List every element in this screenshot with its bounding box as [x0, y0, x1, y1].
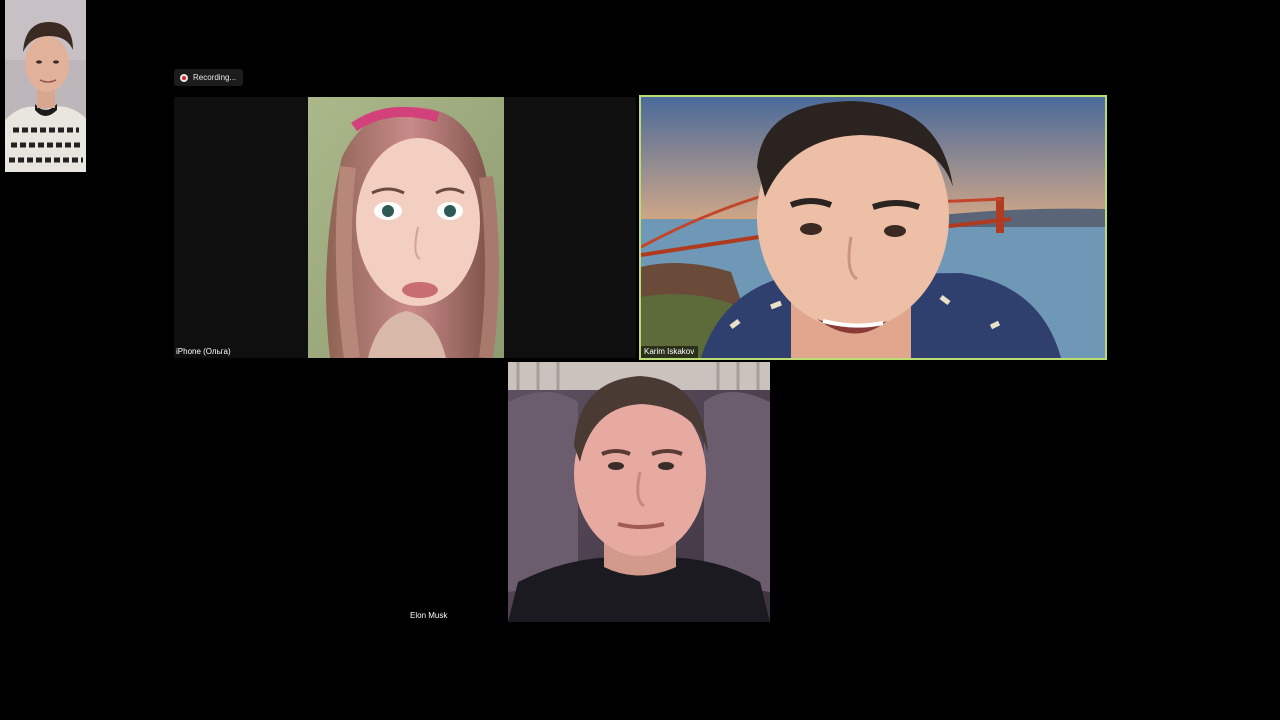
participant-name-olga: iPhone (Ольга) [176, 347, 231, 356]
participant-video-elon [508, 362, 770, 622]
recording-indicator[interactable]: Recording... [174, 69, 244, 86]
video-call-window: Recording... iPhone (Ольга) Karim Iskako… [0, 0, 1280, 720]
participant-name-elon: Elon Musk [410, 611, 448, 620]
record-icon [180, 73, 188, 82]
self-video-image [5, 0, 86, 172]
recording-label: Recording... [193, 73, 237, 82]
self-view-video[interactable] [5, 0, 86, 172]
participant-tile-elon[interactable] [508, 362, 770, 622]
participant-name-karim: Karim Iskakov [641, 346, 699, 358]
participant-video-olga [308, 97, 504, 358]
participant-tile-karim[interactable] [639, 95, 1107, 360]
participant-video-karim [641, 97, 1105, 358]
participant-tile-olga[interactable] [174, 97, 636, 358]
